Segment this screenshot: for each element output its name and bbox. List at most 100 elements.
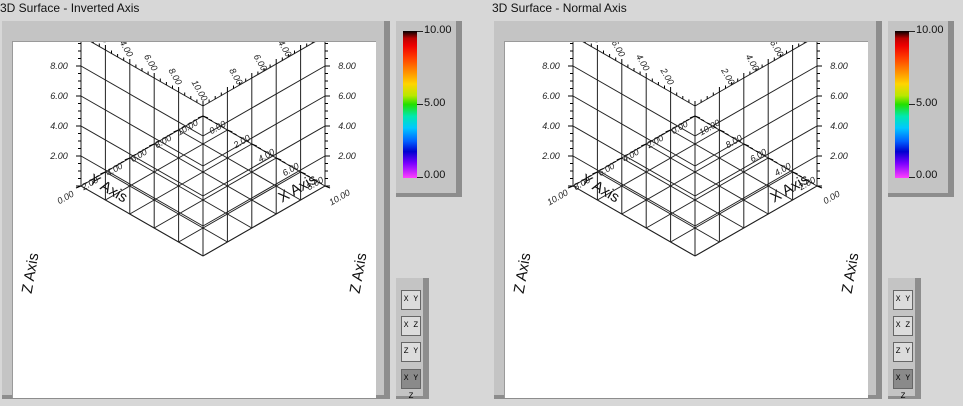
z-tick-label: 2.00 — [829, 151, 848, 161]
y-tick-label: 10.00 — [545, 187, 570, 207]
z-tick-label: 8.00 — [338, 61, 356, 71]
color-ramp-bar[interactable] — [403, 31, 417, 178]
z-tick-label: 4.00 — [542, 121, 560, 131]
grid-line — [661, 133, 665, 136]
ramp-label-mid: 5.00 — [916, 97, 938, 109]
ramp-label-mid: 5.00 — [424, 97, 446, 109]
x-tick-label: 6.00 — [748, 147, 768, 164]
ramp-tick — [417, 104, 423, 105]
top-y-tick-label: 8.00 — [792, 42, 809, 45]
z-tick-label: 2.00 — [49, 151, 68, 161]
x-tick-label: 8.00 — [724, 133, 744, 150]
x-tick-label: 10.00 — [697, 117, 722, 137]
plot-frame: 2.00 2.00 4.00 4.00 6.00 6.00 8.00 8.00 10.00 10.… — [2, 21, 390, 399]
grid-line — [612, 161, 616, 164]
z-axis-title-left: Z Axis — [19, 252, 43, 295]
grid-line — [178, 171, 301, 243]
grid-line — [120, 161, 124, 164]
grid-line — [105, 171, 228, 243]
grid-line — [700, 119, 705, 122]
panel-title: 3D Surface - Inverted Axis — [0, 1, 140, 15]
top-x-tick-label: 4.00 — [118, 42, 135, 59]
view-xz-button[interactable]: X Z — [401, 316, 421, 336]
grid-line — [749, 147, 754, 150]
z-axis-title-left: Z Axis — [511, 252, 535, 295]
top-x-tick-label: 6.00 — [142, 52, 159, 72]
z-tick-label: 2.00 — [337, 151, 356, 161]
z-tick-label: 8.00 — [542, 61, 560, 71]
x-tick-label: 0.00 — [207, 119, 227, 136]
grid-line — [774, 161, 778, 164]
view-xz-button[interactable]: X Z — [893, 316, 913, 336]
z-tick-label: 4.00 — [50, 121, 68, 131]
grid-line — [208, 119, 213, 122]
color-ramp: 10.00 5.00 0.00 — [396, 21, 462, 197]
y-tick-label: 0.00 — [55, 189, 75, 206]
z-tick-label: 6.00 — [50, 91, 68, 101]
grid-line — [202, 42, 316, 107]
grid-line — [621, 157, 745, 229]
grid-line — [670, 171, 793, 243]
ramp-label-max: 10.00 — [424, 24, 452, 36]
grid-line — [233, 133, 237, 136]
3d-surface-graph[interactable]: 2.002.004.004.006.006.008.008.0010.0010.… — [505, 42, 868, 398]
z-tick-label: 8.00 — [50, 61, 68, 71]
view-yz-button[interactable]: Z Y — [893, 342, 913, 362]
grid-line — [597, 171, 720, 243]
grid-line — [694, 185, 818, 257]
grid-line — [90, 42, 204, 107]
view-xy-button[interactable]: X Y — [401, 290, 421, 310]
color-ramp-bar[interactable] — [895, 31, 909, 178]
grid-line — [169, 133, 173, 136]
view-xy-button[interactable]: X Y — [893, 290, 913, 310]
top-y-tick-label: 2.00 — [300, 42, 318, 45]
grid-line — [257, 147, 262, 150]
z-axis-title-right: Z Axis — [839, 252, 863, 295]
x-tick-label: 0.00 — [821, 189, 841, 206]
ramp-tick — [417, 177, 423, 178]
ramp-label-min: 0.00 — [916, 169, 938, 181]
z-tick-label: 4.00 — [830, 121, 848, 131]
top-x-tick-label: 4.00 — [634, 52, 651, 72]
top-x-tick-label: 2.00 — [658, 66, 676, 87]
grid-line — [685, 119, 690, 122]
ramp-tick — [909, 177, 915, 178]
z-axis-title-right: Z Axis — [347, 252, 371, 295]
view-default-button[interactable]: X Y Z — [401, 369, 421, 401]
ramp-label-max: 10.00 — [916, 24, 944, 36]
ramp-tick — [417, 31, 423, 32]
top-x-tick-label: 6.00 — [610, 42, 627, 59]
grid-line — [636, 147, 641, 150]
z-tick-label: 6.00 — [542, 91, 560, 101]
x-tick-label: 10.00 — [327, 187, 352, 207]
grid-line — [144, 147, 149, 150]
grid-line — [153, 157, 277, 229]
plot-area[interactable]: 2.002.004.004.006.006.008.008.0010.0010.… — [504, 41, 868, 398]
view-yz-button[interactable]: Z Y — [401, 342, 421, 362]
view-default-button[interactable]: X Y Z — [893, 369, 913, 401]
z-tick-label: 6.00 — [830, 91, 848, 101]
grid-line — [694, 42, 808, 107]
color-ramp: 10.00 5.00 0.00 — [888, 21, 954, 197]
plot-frame: 2.002.004.004.006.006.008.008.0010.0010.… — [494, 21, 882, 399]
x-tick-label: 4.00 — [256, 147, 276, 164]
ramp-tick — [909, 104, 915, 105]
grid-line — [202, 185, 326, 257]
graph-panel-inverted: 3D Surface - Inverted Axis 2.00 2.00 4.00 4… — [0, 0, 473, 402]
graph-toolbar: X Y X Z Z Y X Y Z — [396, 278, 429, 401]
ramp-label-min: 0.00 — [424, 169, 446, 181]
ramp-tick — [909, 31, 915, 32]
plot-area[interactable]: 2.00 2.00 4.00 4.00 6.00 6.00 8.00 8.00 10.00 10.… — [12, 41, 376, 398]
panel-title: 3D Surface - Normal Axis — [492, 1, 627, 15]
graph-panel-normal: 3D Surface - Normal Axis 2.00 2.00 4.00 4.0… — [492, 0, 963, 402]
3d-surface-graph[interactable]: 2.00 2.00 4.00 4.00 6.00 6.00 8.00 8.00 10.00 10.… — [13, 42, 376, 398]
z-tick-label: 6.00 — [338, 91, 356, 101]
z-tick-label: 8.00 — [830, 61, 848, 71]
top-x-tick-label: 10.00 — [190, 78, 210, 103]
grid-line — [582, 42, 696, 107]
graph-toolbar: X Y X Z Z Y X Y Z — [888, 278, 921, 401]
grid-line — [129, 157, 253, 229]
z-tick-label: 4.00 — [338, 121, 356, 131]
top-x-tick-label: 8.00 — [166, 66, 183, 86]
grid-line — [80, 185, 204, 257]
